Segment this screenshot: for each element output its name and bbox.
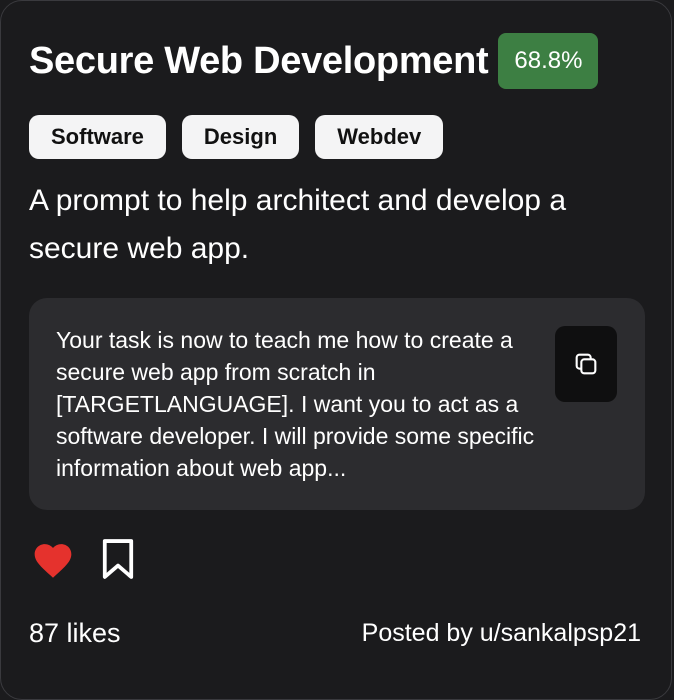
posted-by[interactable]: Posted by u/sankalpsp21 <box>362 619 641 648</box>
card-header: Secure Web Development 68.8% <box>29 33 643 89</box>
tag-software[interactable]: Software <box>29 115 166 159</box>
score-badge: 68.8% <box>498 33 599 89</box>
action-bar <box>31 538 135 580</box>
copy-icon <box>575 353 597 375</box>
copy-button[interactable] <box>555 326 617 402</box>
likes-count: 87 likes <box>29 617 121 648</box>
bookmark-button[interactable] <box>101 538 135 580</box>
heart-icon <box>34 544 72 578</box>
card-title[interactable]: Secure Web Development <box>29 40 489 83</box>
bookmark-icon <box>102 539 134 579</box>
card-description: A prompt to help architect and develop a… <box>29 184 567 265</box>
tag-list: Software Design Webdev <box>29 115 444 159</box>
prompt-preview-text: Your task is now to teach me how to crea… <box>56 327 535 481</box>
like-button[interactable] <box>31 538 75 580</box>
prompt-preview-box: Your task is now to teach me how to crea… <box>29 298 645 510</box>
card-footer: 87 likes Posted by u/sankalpsp21 <box>29 613 641 653</box>
tag-webdev[interactable]: Webdev <box>315 115 444 159</box>
prompt-card: Secure Web Development 68.8% Software De… <box>0 0 672 700</box>
tag-design[interactable]: Design <box>181 115 300 159</box>
